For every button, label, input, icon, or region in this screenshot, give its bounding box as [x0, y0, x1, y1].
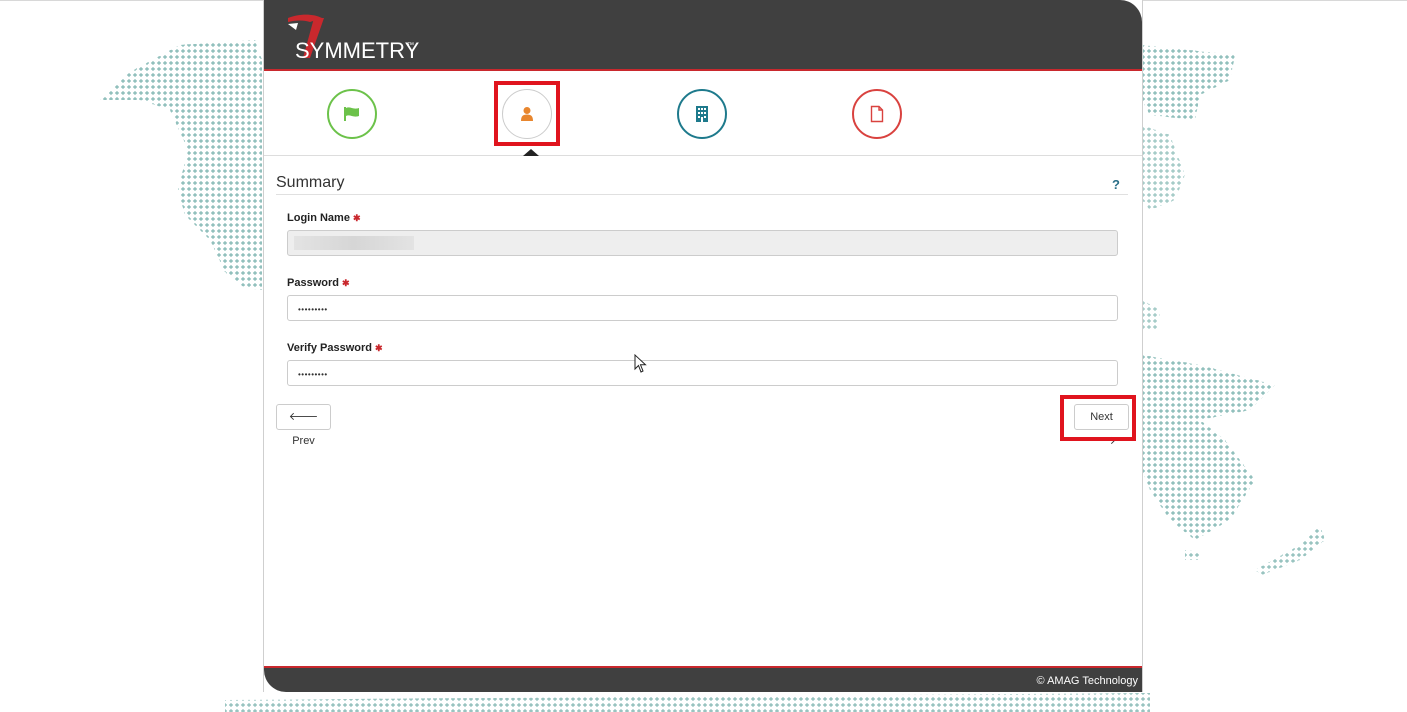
redacted-value [294, 236, 414, 250]
copyright-text: © AMAG Technology [1036, 675, 1138, 687]
verify-password-label-text: Verify Password [287, 342, 372, 354]
document-icon [870, 105, 884, 123]
section-divider [276, 194, 1128, 195]
required-icon: ✱ [341, 278, 350, 288]
logo-text: SYMMETRY [295, 38, 420, 63]
verify-password-field[interactable]: ••••••••• [287, 360, 1118, 386]
logo-trademark: ™ [407, 42, 414, 49]
active-step-pointer [523, 149, 539, 156]
password-value: ••••••••• [298, 305, 328, 314]
prev-button[interactable]: 🡐 Prev [276, 404, 331, 447]
wizard-steps [264, 71, 1142, 156]
highlight-box-step [494, 81, 560, 146]
arrow-left-icon: 🡐 [288, 411, 319, 423]
app-footer: © AMAG Technology [264, 666, 1142, 692]
highlight-box-next [1060, 395, 1136, 441]
section-title: Summary [276, 174, 345, 191]
verify-password-value: ••••••••• [298, 370, 328, 379]
verify-password-label: Verify Password ✱ [287, 342, 383, 354]
required-icon: ✱ [375, 343, 383, 353]
login-name-field[interactable] [287, 230, 1118, 256]
flag-icon [344, 107, 359, 121]
password-field[interactable]: ••••••••• [287, 295, 1118, 321]
step-flag[interactable] [327, 89, 377, 139]
password-label-text: Password [287, 277, 339, 289]
login-name-label: Login Name ✱ [287, 212, 361, 224]
enrollment-card: SYMMETRY ™ Summary ? Login Name ✱ Passwo… [263, 0, 1143, 692]
step-building[interactable] [677, 89, 727, 139]
app-header: SYMMETRY ™ [264, 0, 1142, 71]
building-icon [696, 106, 708, 122]
prev-label: Prev [292, 435, 315, 447]
help-icon[interactable]: ? [1112, 177, 1120, 192]
password-label: Password ✱ [287, 277, 350, 289]
mouse-cursor-icon [634, 354, 647, 373]
required-icon: ✱ [352, 213, 361, 223]
step-document[interactable] [852, 89, 902, 139]
login-name-label-text: Login Name [287, 212, 350, 224]
